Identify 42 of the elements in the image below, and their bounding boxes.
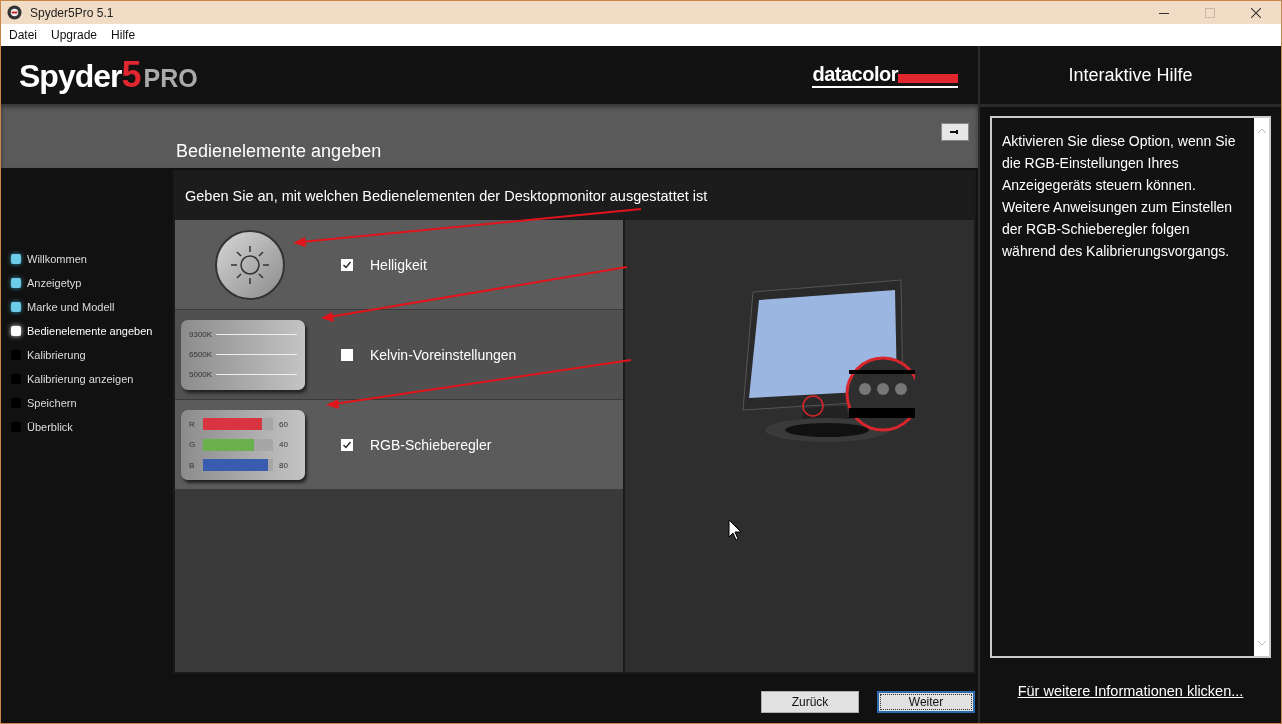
collapse-button[interactable] <box>941 123 969 141</box>
help-title: Interaktive Hilfe <box>1068 64 1193 86</box>
step-label: Speichern <box>27 397 77 409</box>
channel-label: R <box>189 419 196 429</box>
app-logo-icon <box>7 5 22 20</box>
mouse-cursor-icon <box>728 519 742 541</box>
menu-item[interactable]: Datei <box>9 28 37 42</box>
preset-label: 5000K <box>189 369 213 379</box>
arrow-icon <box>950 129 960 135</box>
value-label: 80 <box>279 460 288 470</box>
help-text: Aktivieren Sie diese Option, wenn Sie die RGB-Einstellungen Ihres Anzeigegeräts steuern können. Weitere Anweisungen zum Einstellen der RGB-Schieberegler folgen während des Kalibrierungsvorgangs. <box>1001 132 1237 261</box>
value-label: 40 <box>279 440 288 449</box>
step-label: Überblick <box>27 421 73 433</box>
value-label: 60 <box>279 419 288 429</box>
step-label: Anzeigetyp <box>27 277 82 289</box>
menu-item[interactable]: Upgrade <box>51 28 98 42</box>
close-icon[interactable] <box>1251 7 1261 18</box>
channel-label: G <box>189 440 197 449</box>
checkbox[interactable] <box>341 258 353 271</box>
window-title: Spyder5Pro 5.1 <box>30 5 114 20</box>
checkbox[interactable] <box>341 348 353 361</box>
step-label: Bedienelemente angeben <box>27 325 153 337</box>
step-label: Kalibrierung anzeigen <box>27 373 134 385</box>
product-logo: Spyder5PRO <box>19 54 198 96</box>
more-info-link[interactable]: Für weitere Informationen klicken... <box>1017 682 1244 699</box>
step-label: Marke und Modell <box>27 301 115 313</box>
step-label: Kalibrierung <box>27 349 86 361</box>
menu-item[interactable]: Hilfe <box>111 28 136 42</box>
instruction-text: Geben Sie an, mit welchen Bedienelementen der Desktopmonitor ausgestattet ist <box>185 188 708 204</box>
control-label: Kelvin-Voreinstellungen <box>370 346 517 363</box>
control-label: Helligkeit <box>370 256 427 273</box>
checkbox[interactable] <box>341 438 353 451</box>
nav-button[interactable]: Zurück <box>761 691 859 713</box>
brand-logo: datacolor <box>812 62 958 88</box>
control-label: RGB-Schieberegler <box>370 436 492 453</box>
sun-knob-icon <box>214 228 286 301</box>
channel-label: B <box>189 460 196 470</box>
step-label: Willkommen <box>27 253 87 265</box>
page-title: Bedienelemente angeben <box>176 141 382 162</box>
preset-label: 6500K <box>189 350 213 359</box>
nav-button[interactable]: Weiter <box>877 691 975 713</box>
preset-label: 9300K <box>189 330 213 340</box>
